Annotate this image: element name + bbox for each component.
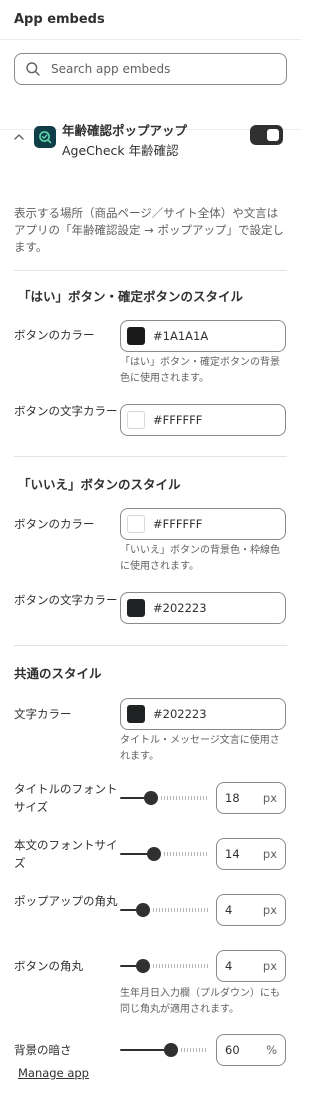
color-swatch[interactable] [127,515,145,533]
slider-thumb[interactable] [147,847,161,861]
panel-header: App embeds [0,0,301,40]
field-label-button-radius: ボタンの角丸 [14,959,83,973]
field-label-common-text-color: 文字カラー [14,707,72,721]
field-label-bg-darkness: 背景の暗さ [14,1043,72,1057]
search-box[interactable] [14,53,287,85]
color-value: #202223 [153,601,207,615]
number-unit: % [266,1043,277,1057]
field-label-yes-button-color: ボタンのカラー [14,328,95,342]
section-title-common: 共通のスタイル [14,666,102,681]
color-field-no-button[interactable]: #FFFFFF [120,508,286,540]
slider-thumb[interactable] [164,1043,178,1057]
help-text: 生年月日入力欄（プルダウン）にも同じ角丸が適用されます。 [120,988,280,1015]
toggle-knob [267,129,279,141]
search-section [0,40,301,130]
color-swatch[interactable] [127,599,145,617]
slider-title-font-size[interactable] [120,791,208,805]
slider-thumb[interactable] [144,791,158,805]
number-unit: px [262,847,277,861]
field-label-title-font-size: タイトルのフォントサイズ [14,782,118,814]
number-value[interactable]: 60 [225,1043,240,1057]
search-icon [26,62,40,76]
app-name: 年齢確認ポップアップ [62,123,188,138]
number-input-title-font-size[interactable]: 18 px [216,782,286,814]
age-check-icon [39,131,52,144]
help-text: タイトル・メッセージ文言に使用されます。 [120,735,280,762]
app-icon [34,126,56,148]
number-unit: px [262,903,277,917]
slider-thumb[interactable] [136,959,150,973]
number-unit: px [262,791,277,805]
color-field-no-text[interactable]: #202223 [120,592,286,624]
number-unit: px [262,959,277,973]
help-text: 「はい」ボタン・確定ボタンの背景色に使用されます。 [120,357,280,384]
help-text: 「いいえ」ボタンの背景色・枠線色に使用されます。 [120,545,280,572]
divider [14,456,287,457]
section-title-yes: 「はい」ボタン・確定ボタンのスタイル [18,289,244,304]
chevron-up-icon[interactable] [12,130,26,144]
color-swatch[interactable] [127,705,145,723]
search-input[interactable] [51,62,271,76]
field-label-popup-radius: ポップアップの角丸 [14,894,118,908]
number-value[interactable]: 18 [225,791,240,805]
divider [14,270,287,271]
app-subtitle: AgeCheck 年齢確認 [62,143,179,158]
field-label-yes-text-color: ボタンの文字カラー [14,404,118,418]
slider-track[interactable] [164,852,208,856]
color-swatch[interactable] [127,411,145,429]
panel-title: App embeds [14,12,105,27]
field-label-no-text-color: ボタンの文字カラー [14,593,118,607]
slider-track[interactable] [153,964,208,968]
color-value: #1A1A1A [153,329,209,343]
color-value: #202223 [153,707,207,721]
slider-bg-darkness[interactable] [120,1043,208,1057]
slider-track[interactable] [181,1048,208,1052]
slider-body-font-size[interactable] [120,847,208,861]
slider-thumb[interactable] [136,903,150,917]
slider-button-radius[interactable] [120,959,208,973]
number-value[interactable]: 14 [225,847,240,861]
color-field-common-text[interactable]: #202223 [120,698,286,730]
color-value: #FFFFFF [153,413,203,427]
slider-track-fill [120,1049,168,1051]
field-label-no-button-color: ボタンのカラー [14,517,95,531]
color-field-yes-button[interactable]: #1A1A1A [120,320,286,352]
app-embed-toggle[interactable] [250,125,283,145]
app-embed-row: 年齢確認ポップアップ AgeCheck 年齢確認 [12,118,288,162]
color-swatch[interactable] [127,327,145,345]
number-input-button-radius[interactable]: 4 px [216,950,286,982]
number-input-body-font-size[interactable]: 14 px [216,838,286,870]
slider-popup-radius[interactable] [120,903,208,917]
section-title-no: 「いいえ」ボタンのスタイル [18,477,181,492]
color-value: #FFFFFF [153,517,203,531]
divider [14,645,287,646]
slider-track[interactable] [153,908,208,912]
field-label-body-font-size: 本文のフォントサイズ [14,838,118,870]
slider-track[interactable] [161,796,208,800]
color-field-yes-text[interactable]: #FFFFFF [120,404,286,436]
manage-app-link[interactable]: Manage app [18,1066,89,1080]
app-description: 表示する場所（商品ページ／サイト全体）や文言はアプリの「年齢確認設定 → ポップ… [14,206,284,254]
number-input-bg-darkness[interactable]: 60 % [216,1034,286,1066]
number-value[interactable]: 4 [225,959,232,973]
number-value[interactable]: 4 [225,903,232,917]
number-input-popup-radius[interactable]: 4 px [216,894,286,926]
